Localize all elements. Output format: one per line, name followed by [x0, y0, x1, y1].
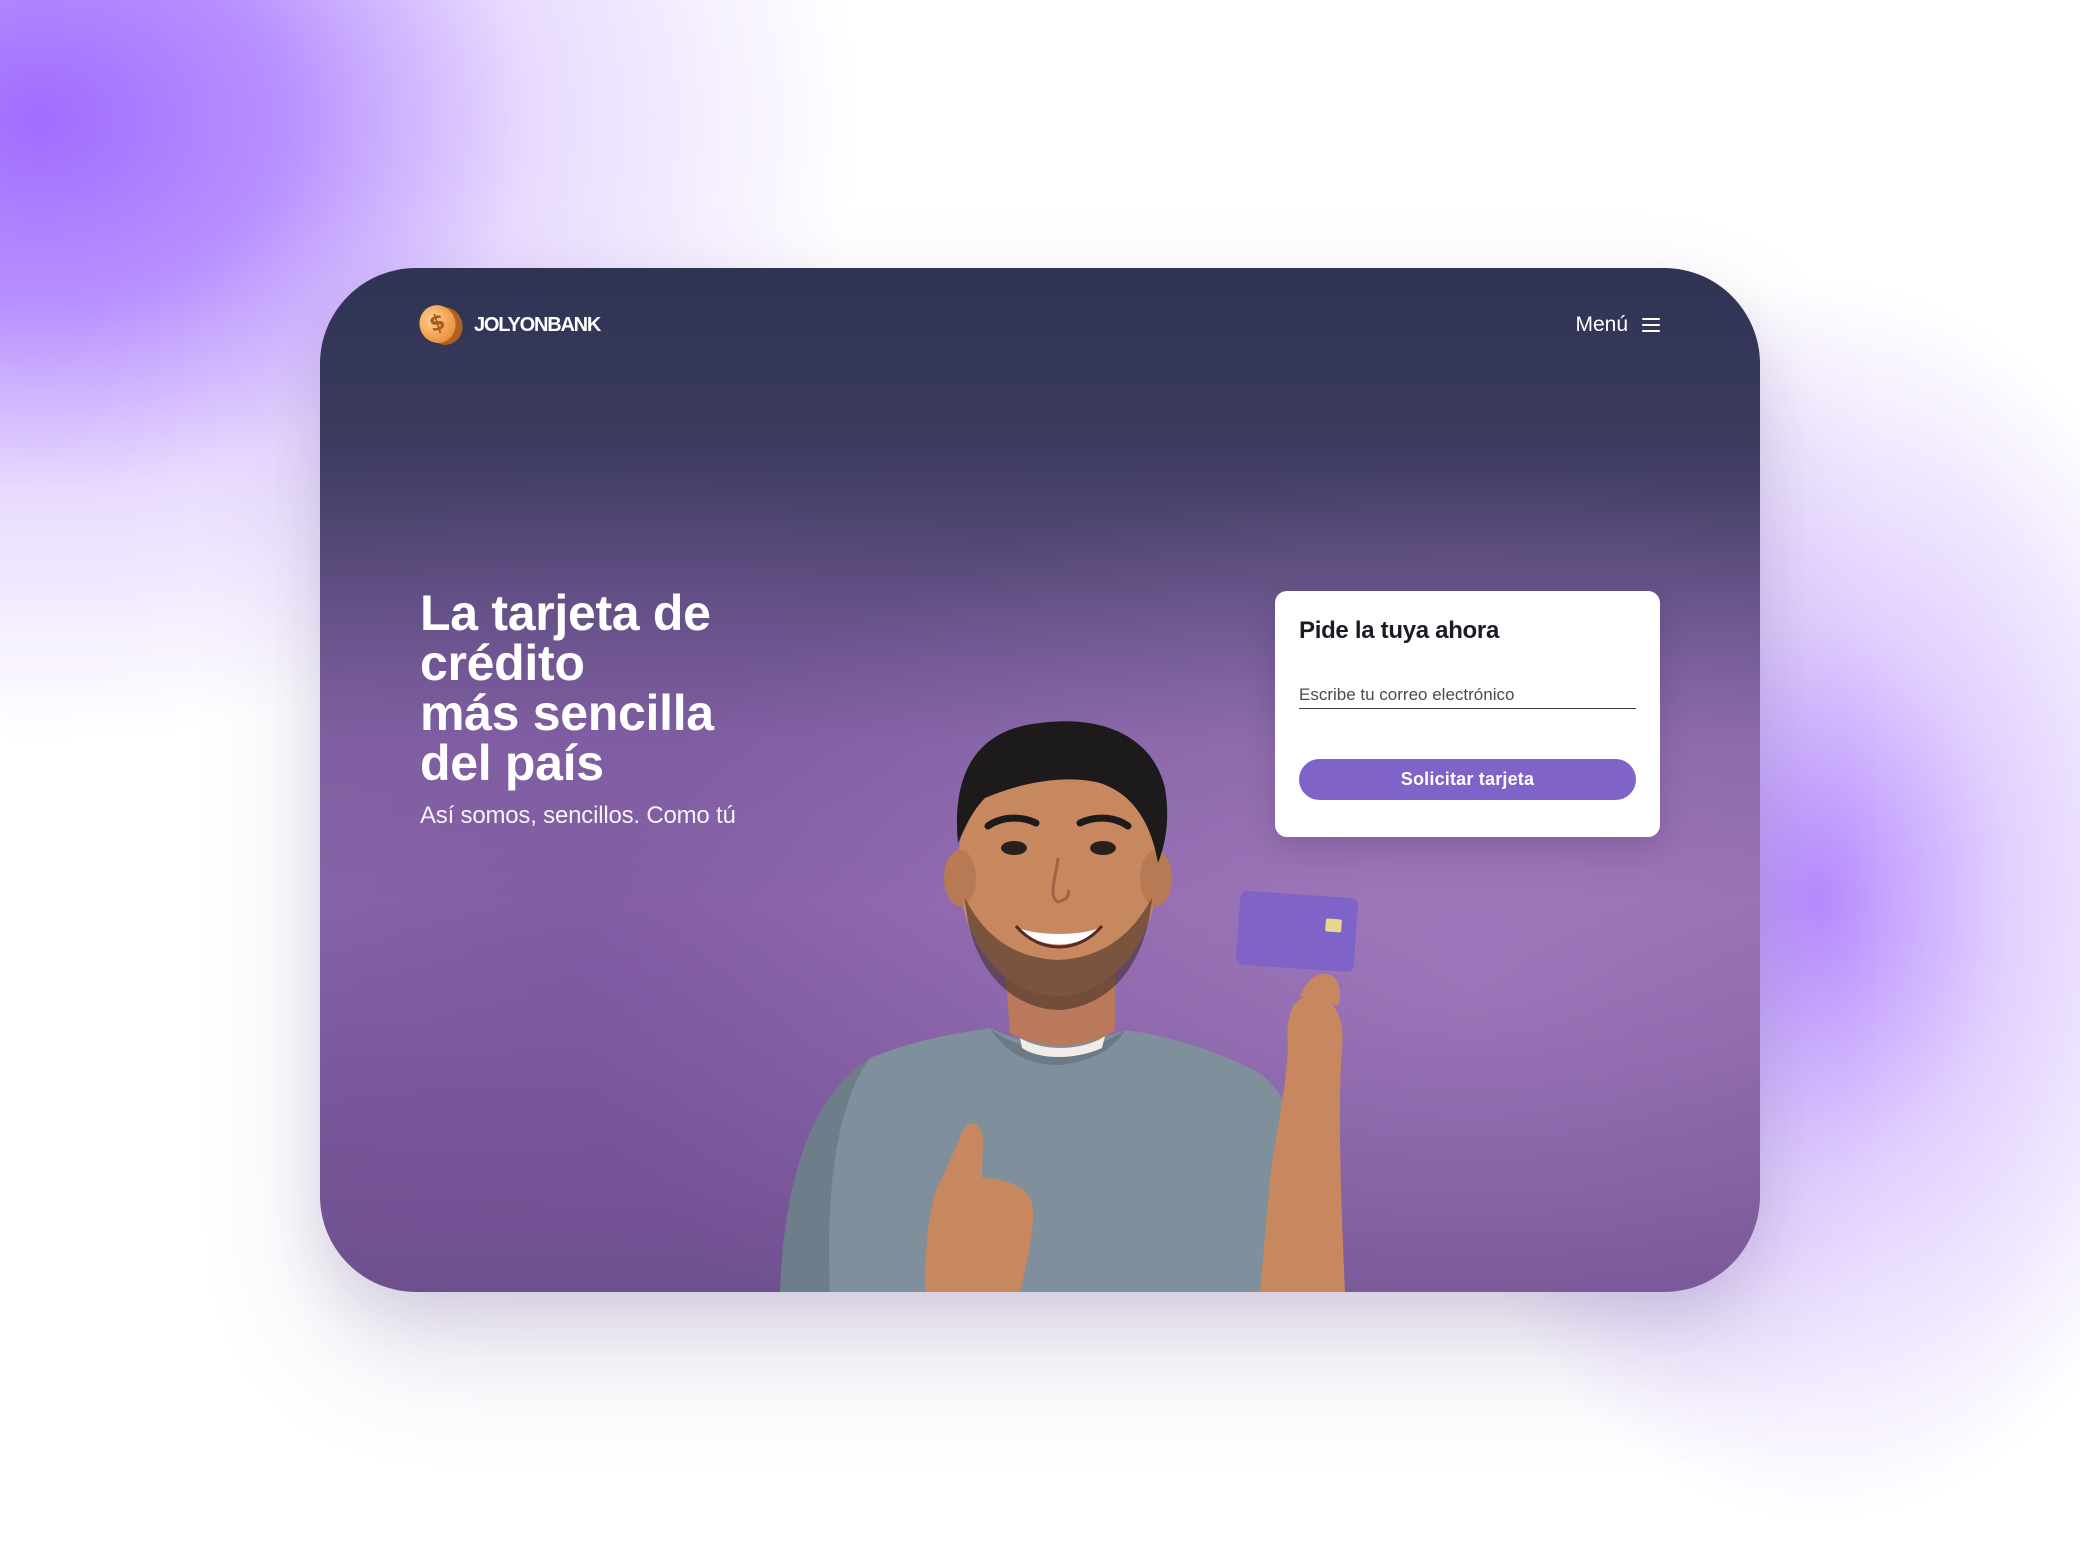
- hero-subheading: Así somos, sencillos. Como tú: [420, 802, 736, 829]
- email-input[interactable]: [1299, 685, 1636, 709]
- hero-card: $ JOLYONBANK Menú La tarjeta de crédito …: [320, 268, 1760, 1292]
- hamburger-menu-icon: [1642, 318, 1660, 332]
- hero-text: La tarjeta de crédito más sencilla del p…: [420, 588, 980, 830]
- request-card-button[interactable]: Solicitar tarjeta: [1299, 759, 1636, 800]
- hero-headline: La tarjeta de crédito más sencilla del p…: [420, 588, 980, 788]
- headline-line: La tarjeta de: [420, 585, 711, 641]
- brand-name: JOLYONBANK: [474, 313, 601, 336]
- form-title: Pide la tuya ahora: [1299, 617, 1500, 644]
- top-navigation: $ JOLYONBANK Menú: [414, 290, 1660, 360]
- signup-form-card: Pide la tuya ahora Solicitar tarjeta: [1275, 591, 1660, 837]
- menu-button[interactable]: Menú: [1575, 313, 1660, 337]
- headline-line: del país: [420, 735, 604, 791]
- headline-line: crédito: [420, 635, 585, 691]
- menu-label: Menú: [1575, 313, 1628, 336]
- headline-line: más sencilla: [420, 685, 714, 741]
- coin-icon: $: [414, 299, 468, 352]
- coin-mark: $: [426, 309, 449, 338]
- brand-logo[interactable]: $ JOLYONBANK: [414, 300, 601, 350]
